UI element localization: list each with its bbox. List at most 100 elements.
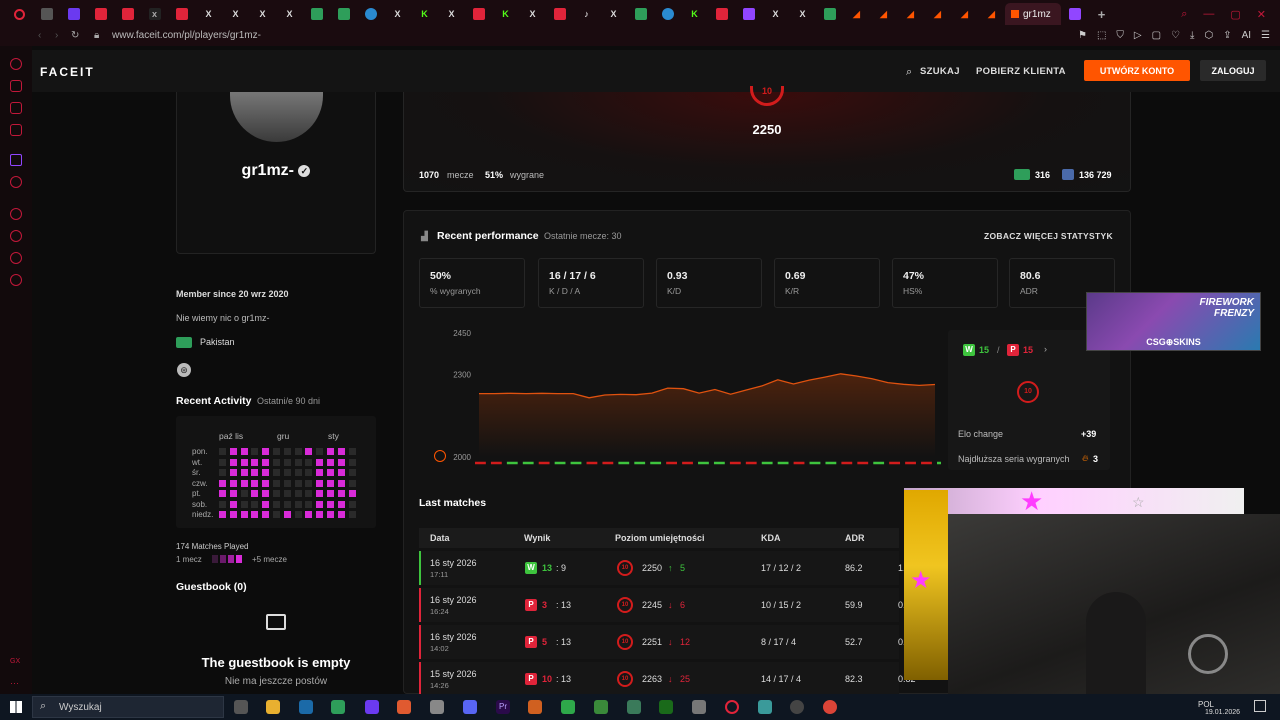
sidebar-icon[interactable] — [10, 208, 22, 220]
maximize-icon[interactable]: ▢ — [1230, 8, 1240, 21]
tab-kick-icon[interactable]: K — [492, 0, 519, 28]
more-stats-link[interactable]: ZOBACZ WIĘCEJ STATYSTYK — [984, 231, 1113, 241]
chrome-icon[interactable] — [823, 700, 837, 714]
notifications-icon[interactable] — [1254, 700, 1266, 712]
tab-x-icon[interactable]: X — [384, 0, 411, 28]
twitch-icon[interactable] — [10, 154, 22, 166]
back-icon[interactable]: ‹ — [38, 30, 41, 41]
tab-faceit-icon[interactable]: ◢ — [951, 0, 978, 28]
app-icon[interactable] — [331, 700, 345, 714]
extensions-icon[interactable]: ⬡ — [1204, 30, 1213, 41]
app-icon[interactable] — [594, 700, 608, 714]
clock-icon[interactable] — [10, 230, 22, 242]
box-icon[interactable]: ▢ — [1152, 30, 1161, 41]
aria-icon[interactable]: AI — [1242, 30, 1251, 41]
col-header[interactable]: ADR — [845, 533, 865, 543]
forward-icon[interactable]: › — [55, 30, 58, 41]
task-view-icon[interactable] — [234, 700, 248, 714]
tab-faceit-icon[interactable]: ◢ — [870, 0, 897, 28]
app-icon[interactable] — [430, 700, 444, 714]
settings-icon[interactable] — [10, 274, 22, 286]
download-client-link[interactable]: POBIERZ KLIENTA — [976, 66, 1066, 77]
col-header[interactable]: KDA — [761, 533, 781, 543]
snapshot-icon[interactable]: ⬚ — [1097, 30, 1106, 41]
app-icon[interactable] — [561, 700, 575, 714]
discord-icon[interactable] — [463, 700, 477, 714]
tab-icon[interactable]: x — [141, 0, 168, 28]
tab-icon[interactable] — [627, 0, 654, 28]
lang-indicator[interactable]: POL — [1198, 700, 1214, 709]
tab-icon[interactable] — [33, 0, 60, 28]
bookmark-icon[interactable]: ⚑ — [1078, 30, 1087, 41]
tab-icon[interactable] — [465, 0, 492, 28]
search-tabs-icon[interactable]: ⌕ — [1181, 8, 1187, 21]
app-icon[interactable] — [790, 700, 804, 714]
tab-x-icon[interactable]: X — [249, 0, 276, 28]
tab-icon[interactable] — [168, 0, 195, 28]
tab-kick-icon[interactable]: K — [681, 0, 708, 28]
steam-icon[interactable]: ⊛ — [177, 363, 191, 377]
tab-tiktok-icon[interactable]: ♪ — [573, 0, 600, 28]
close-icon[interactable]: ✕ — [1257, 8, 1266, 21]
share-icon[interactable]: ⇪ — [1223, 30, 1231, 41]
tab-icon[interactable] — [303, 0, 330, 28]
tab-icon[interactable] — [357, 0, 384, 28]
tab-x-icon[interactable]: X — [276, 0, 303, 28]
active-tab[interactable]: gr1mz — [1005, 3, 1061, 25]
file-explorer-icon[interactable] — [266, 700, 280, 714]
tab-icon[interactable] — [1061, 0, 1088, 28]
col-header[interactable]: Data — [430, 533, 450, 543]
tab-x-icon[interactable]: X — [195, 0, 222, 28]
heart-icon[interactable]: ♡ — [1171, 30, 1180, 41]
cube-icon[interactable] — [10, 252, 22, 264]
tab-x-icon[interactable]: X — [600, 0, 627, 28]
tab-icon[interactable] — [60, 0, 87, 28]
tab-x-icon[interactable]: X — [762, 0, 789, 28]
opera-gx-icon[interactable] — [725, 700, 739, 714]
tab-x-icon[interactable]: X — [789, 0, 816, 28]
tab-x-icon[interactable]: X — [222, 0, 249, 28]
tab-icon[interactable] — [735, 0, 762, 28]
tab-faceit-icon[interactable]: ◢ — [978, 0, 1005, 28]
tab-icon[interactable] — [330, 0, 357, 28]
url-field[interactable]: www.faceit.com/pl/players/gr1mz- — [112, 30, 261, 41]
login-button[interactable]: ZALOGUJ — [1200, 60, 1266, 81]
new-tab-icon[interactable]: + — [1088, 0, 1115, 28]
app-icon[interactable] — [659, 700, 673, 714]
opera-menu-icon[interactable] — [6, 0, 33, 28]
app-icon[interactable] — [365, 700, 379, 714]
sidebar-icon[interactable] — [10, 176, 22, 188]
tab-faceit-icon[interactable]: ◢ — [843, 0, 870, 28]
tab-icon[interactable] — [114, 0, 141, 28]
app-icon[interactable] — [692, 700, 706, 714]
app-icon[interactable] — [528, 700, 542, 714]
tab-faceit-icon[interactable]: ◢ — [924, 0, 951, 28]
tab-x-icon[interactable]: X — [519, 0, 546, 28]
steam-taskbar-icon[interactable] — [299, 700, 313, 714]
reload-icon[interactable]: ↻ — [71, 30, 79, 41]
sidebar-icon[interactable] — [10, 124, 22, 136]
tab-icon[interactable] — [546, 0, 573, 28]
sidebar-icon[interactable] — [10, 58, 22, 70]
tab-kick-icon[interactable]: K — [411, 0, 438, 28]
ad-banner[interactable]: FIREWORK FRENZY CSG⊕SKINS — [1086, 292, 1261, 351]
faceit-logo[interactable]: FACEIT — [40, 65, 95, 79]
search-link[interactable]: SZUKAJ — [920, 66, 960, 77]
create-account-button[interactable]: UTWÓRZ KONTO — [1084, 60, 1190, 81]
taskbar-date[interactable]: 19.01.2026 — [1205, 709, 1240, 716]
app-icon[interactable] — [627, 700, 641, 714]
menu-icon[interactable]: ☰ — [1261, 30, 1270, 41]
windows-start-icon[interactable] — [10, 701, 22, 713]
shield-icon[interactable]: ⛉ — [1116, 30, 1124, 41]
tab-icon[interactable] — [816, 0, 843, 28]
tab-x-icon[interactable]: X — [438, 0, 465, 28]
chevron-right-icon[interactable]: › — [1044, 344, 1047, 354]
app-icon[interactable] — [758, 700, 772, 714]
more-icon[interactable]: ··· — [10, 678, 22, 690]
tab-icon[interactable] — [708, 0, 735, 28]
tab-icon[interactable] — [87, 0, 114, 28]
taskbar-search-input[interactable]: Wyszukaj — [32, 696, 224, 718]
col-header[interactable]: Wynik — [524, 533, 550, 543]
sidebar-icon[interactable] — [10, 102, 22, 114]
col-header[interactable]: Poziom umiejętności — [615, 533, 705, 543]
